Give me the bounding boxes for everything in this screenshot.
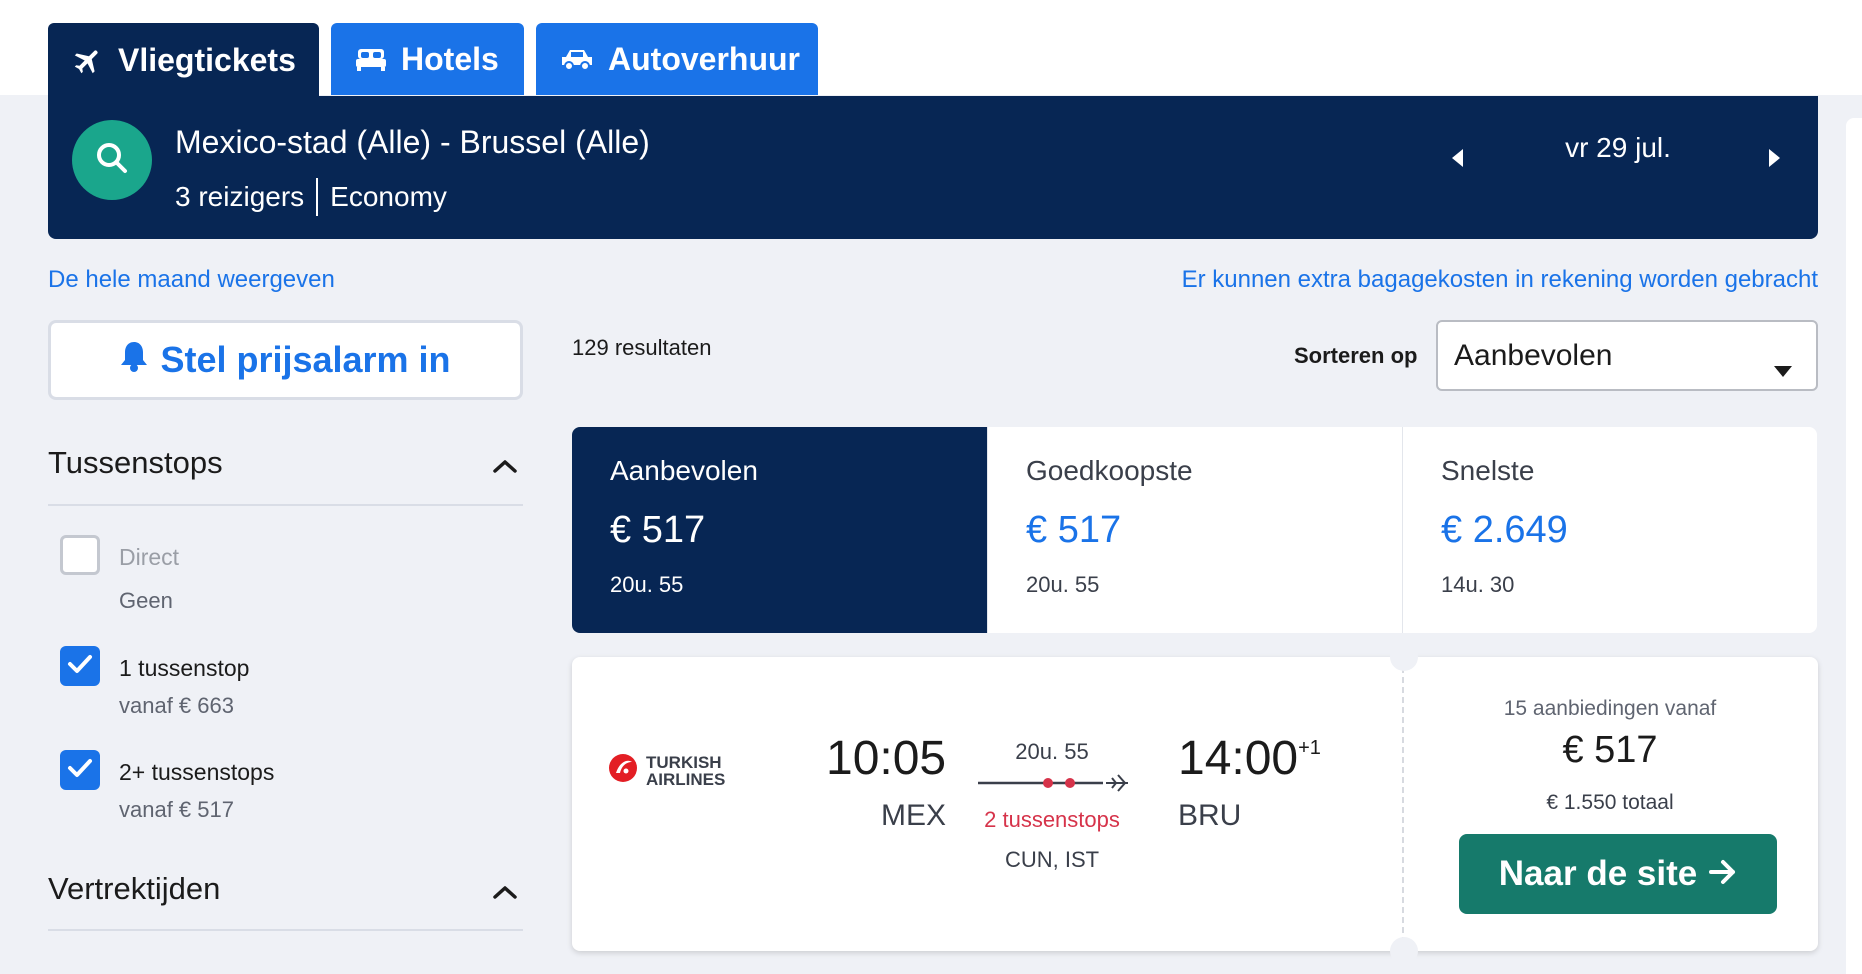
sort-tab-price: € 517 [1026,509,1122,551]
tab-hotels[interactable]: Hotels [331,23,524,95]
checkbox-one-stop[interactable] [60,646,100,686]
sort-tab-duration: 20u. 55 [1026,572,1100,597]
travel-details: 3 reizigers Economy [175,178,447,216]
filter-departure-title: Vertrektijden [48,871,221,906]
divider [316,178,319,216]
caret-right-icon [1768,148,1780,172]
arrival-time-value: 14:00 [1178,732,1299,785]
departure-time: 10:05 [826,732,947,785]
stops-line [978,769,1128,802]
tab-car-rental[interactable]: Autoverhuur [536,23,818,95]
next-date-button[interactable] [1754,140,1794,180]
sort-tab-price: € 517 [610,509,706,551]
checkbox-direct[interactable] [60,535,100,575]
option-label-two-plus-stops: 2+ tussenstops [119,759,275,785]
ticket-notch [1390,643,1418,671]
sort-tabs: Aanbevolen € 517 20u. 55 Goedkoopste € 5… [572,427,1817,633]
price-alert-button[interactable]: Stel prijsalarm in [48,320,523,400]
results-count: 129 resultaten [572,335,712,360]
tab-hotels-label: Hotels [401,40,499,77]
filter-stops-title: Tussenstops [48,445,223,480]
plane-icon [72,45,104,77]
arrow-right-icon [1709,854,1737,894]
sort-select-value: Aanbevolen [1454,338,1613,372]
tab-flights[interactable]: Vliegtickets [48,23,319,98]
sort-select[interactable]: Aanbevolen [1436,320,1818,391]
whole-month-link[interactable]: De hele maand weergeven [48,266,335,294]
divider [1402,657,1404,951]
previous-date-button[interactable] [1438,140,1478,180]
divider [48,504,523,506]
option-sub-one-stop: vanaf € 663 [119,693,234,718]
stop-airports: CUN, IST [1004,847,1100,872]
bell-icon [120,339,148,381]
option-sub-two-plus-stops: vanaf € 517 [119,797,234,822]
arrival-time: 14:00+1 [1178,731,1321,786]
search-summary-bar[interactable]: Mexico-stad (Alle) - Brussel (Alle) 3 re… [48,96,1818,239]
option-label-direct: Direct [119,544,180,570]
go-to-site-label: Naar de site [1498,854,1698,893]
route-text: Mexico-stad (Alle) - Brussel (Alle) [175,124,650,160]
sort-label: Sorteren op [1294,343,1418,368]
search-button[interactable] [72,120,152,200]
arrival-airport: BRU [1178,799,1242,832]
caret-down-icon [1774,351,1792,385]
car-icon [560,47,594,71]
sort-tab-duration: 20u. 55 [610,572,684,597]
search-icon [94,140,130,181]
departure-airport: MEX [880,799,946,832]
divider [48,929,523,931]
flight-duration: 20u. 55 [1015,739,1089,764]
tab-flights-label: Vliegtickets [118,42,296,78]
option-sub-direct: Geen [119,588,173,613]
option-label-one-stop: 1 tussenstop [119,655,250,681]
caret-left-icon [1452,148,1464,172]
sort-tab-title: Aanbevolen [610,455,758,486]
sort-tab-recommended[interactable]: Aanbevolen € 517 20u. 55 [572,427,987,633]
sort-tab-title: Snelste [1441,455,1535,486]
offers-count: 15 aanbiedingen vanaf [1503,697,1717,720]
offer-total: € 1.550 totaal [1546,791,1674,814]
sort-tab-fastest[interactable]: Snelste € 2.649 14u. 30 [1402,427,1817,633]
flight-result-card[interactable]: TURKISH AIRLINES 10:05 MEX 20u. 55 2 tus… [572,643,1818,965]
filter-departure-header[interactable]: Vertrektijden [48,871,523,907]
airline-name: TURKISH AIRLINES [646,754,725,788]
price-alert-label: Stel prijsalarm in [160,339,451,380]
go-to-site-button[interactable]: Naar de site [1459,834,1777,914]
airline-logo: TURKISH AIRLINES [608,753,725,788]
sort-tab-price: € 2.649 [1441,509,1568,551]
bed-icon [355,45,387,73]
baggage-fees-link[interactable]: Er kunnen extra bagagekosten in rekening… [1182,266,1818,294]
cabin-text: Economy [330,181,447,212]
stops-count: 2 tussenstops [984,807,1120,832]
sort-tab-cheapest[interactable]: Goedkoopste € 517 20u. 55 [987,427,1402,633]
airline-name-line2: AIRLINES [646,769,726,789]
arrival-day-offset: +1 [1298,737,1321,759]
filter-stops-header[interactable]: Tussenstops [48,445,523,481]
side-panel-edge [1846,118,1862,974]
selected-date[interactable]: vr 29 jul. [1508,132,1728,164]
checkbox-two-plus-stops[interactable] [60,750,100,790]
check-icon [67,654,93,679]
sort-tab-title: Goedkoopste [1026,455,1193,486]
sort-tab-duration: 14u. 30 [1441,572,1515,597]
travellers-text: 3 reizigers [175,181,305,212]
tab-car-rental-label: Autoverhuur [608,40,800,77]
check-icon [67,758,93,783]
ticket-notch [1390,937,1418,965]
offer-price: € 517 [1562,729,1658,771]
turkish-airlines-emblem-icon [608,753,638,788]
airline-name-line1: TURKISH [646,752,722,772]
chevron-up-icon [493,871,517,907]
chevron-up-icon [493,445,517,481]
